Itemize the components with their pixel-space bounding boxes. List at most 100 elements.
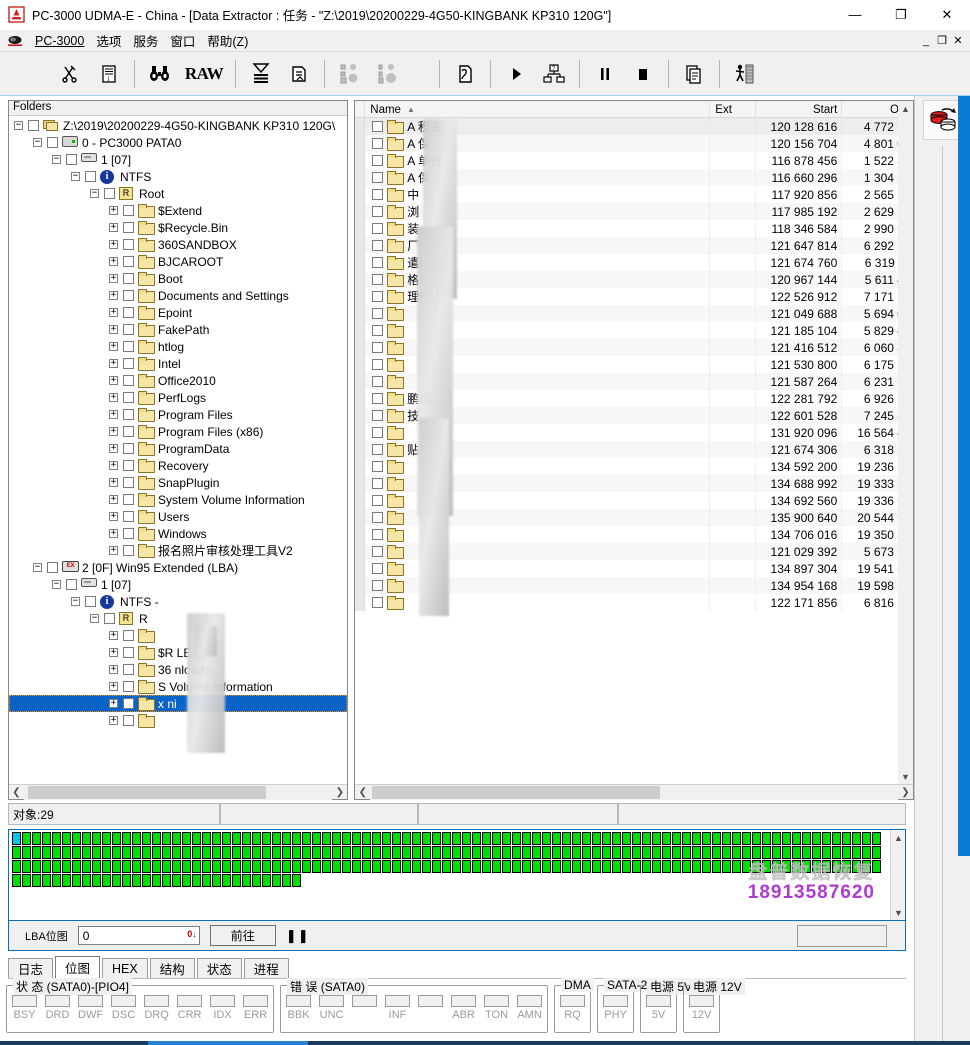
bitmap-cell[interactable]: [692, 846, 701, 859]
bitmap-cell[interactable]: [292, 846, 301, 859]
tree-expander-cell[interactable]: +: [104, 308, 123, 317]
bitmap-cell[interactable]: [32, 860, 41, 873]
expand-plus-icon[interactable]: +: [109, 291, 118, 300]
bitmap-cell[interactable]: [792, 846, 801, 859]
collapse-minus-icon[interactable]: −: [90, 614, 99, 623]
table-row[interactable]: A 保 116 660 2961 304 648: [355, 169, 898, 186]
bitmap-cell[interactable]: [112, 860, 121, 873]
bitmap-cell[interactable]: [332, 860, 341, 873]
tree-node-checkbox[interactable]: [104, 613, 115, 624]
bitmap-cell[interactable]: [572, 860, 581, 873]
bitmap-cell[interactable]: [142, 874, 151, 887]
collapse-minus-icon[interactable]: −: [33, 563, 42, 572]
hscroll-track[interactable]: [24, 784, 333, 800]
menu-options[interactable]: 选项: [90, 30, 127, 51]
bitmap-cell[interactable]: [442, 846, 451, 859]
bitmap-cell[interactable]: [862, 832, 871, 845]
bitmap-cell[interactable]: [742, 860, 751, 873]
stop-icon[interactable]: [624, 56, 662, 92]
bitmap-cell[interactable]: [522, 846, 531, 859]
bitmap-cell[interactable]: [432, 860, 441, 873]
bitmap-cell[interactable]: [372, 860, 381, 873]
bitmap-cell[interactable]: [832, 846, 841, 859]
bitmap-cell[interactable]: [592, 846, 601, 859]
bitmap-cell[interactable]: [232, 860, 241, 873]
bitmap-cell[interactable]: [252, 860, 261, 873]
bitmap-cell[interactable]: [602, 832, 611, 845]
tree-node-selected[interactable]: + x ni: [9, 695, 348, 712]
file-list-hscrollbar[interactable]: ❮ ❯: [355, 784, 913, 800]
tree-expander-cell[interactable]: −: [85, 189, 104, 198]
bitmap-cell[interactable]: [112, 832, 121, 845]
expand-plus-icon[interactable]: +: [109, 461, 118, 470]
bitmap-cell[interactable]: [772, 846, 781, 859]
cell-name[interactable]: 厂: [365, 237, 711, 254]
cell-name[interactable]: [365, 458, 711, 475]
bitmap-cell[interactable]: [22, 846, 31, 859]
collapse-minus-icon[interactable]: −: [71, 172, 80, 181]
bitmap-cell[interactable]: [562, 832, 571, 845]
tree-node-checkbox[interactable]: [123, 647, 134, 658]
tab-3[interactable]: 结构: [149, 958, 195, 978]
bitmap-cell[interactable]: [792, 832, 801, 845]
table-row[interactable]: 装 118 346 5842 990 936: [355, 220, 898, 237]
tree-node[interactable]: + Documents and Settings: [9, 287, 347, 304]
bitmap-cell[interactable]: [362, 860, 371, 873]
tree-expander-cell[interactable]: +: [104, 546, 123, 555]
bitmap-cell[interactable]: [202, 846, 211, 859]
column-header-offset[interactable]: Offse: [842, 101, 898, 117]
bitmap-cell[interactable]: [212, 832, 221, 845]
tree-node[interactable]: + Epoint: [9, 304, 347, 321]
bitmap-cell[interactable]: [672, 846, 681, 859]
tree-node[interactable]: +36 nloads: [9, 661, 347, 678]
bitmap-cell[interactable]: [772, 832, 781, 845]
vscroll-up-arrow[interactable]: ▲: [898, 101, 913, 116]
bitmap-cell[interactable]: [782, 860, 791, 873]
expand-plus-icon[interactable]: +: [109, 682, 118, 691]
row-checkbox[interactable]: [372, 121, 384, 132]
tree-expander-cell[interactable]: +: [104, 512, 123, 521]
bitmap-cell[interactable]: [752, 860, 761, 873]
cell-name[interactable]: [365, 322, 711, 339]
row-checkbox[interactable]: [372, 308, 384, 319]
bitmap-cell[interactable]: [482, 846, 491, 859]
tree-node[interactable]: − Z:\2019\20200229-4G50-KINGBANK KP310 12…: [9, 117, 347, 134]
bitmap-cell[interactable]: [72, 874, 81, 887]
bitmap-cell[interactable]: [172, 846, 181, 859]
bitmap-cell[interactable]: [712, 846, 721, 859]
bitmap-cell[interactable]: [142, 832, 151, 845]
bitmap-cell[interactable]: [442, 832, 451, 845]
bitmap-cell[interactable]: [702, 832, 711, 845]
table-row[interactable]: 中 117 920 8562 565 208: [355, 186, 898, 203]
bitmap-cell[interactable]: [222, 832, 231, 845]
bitmap-cell[interactable]: [802, 832, 811, 845]
bitmap-cell[interactable]: [322, 860, 331, 873]
row-checkbox[interactable]: [372, 427, 384, 438]
tree-node[interactable]: +: [9, 712, 347, 729]
tree-expander-cell[interactable]: +: [104, 274, 123, 283]
bitmap-cell[interactable]: [392, 832, 401, 845]
bitmap-cell[interactable]: [652, 860, 661, 873]
bitmap-cell[interactable]: [762, 832, 771, 845]
bitmap-cell[interactable]: [602, 846, 611, 859]
tree-node[interactable]: + $R LE.BIN: [9, 644, 347, 661]
bitmap-cell[interactable]: [452, 846, 461, 859]
bitmap-cell[interactable]: [132, 846, 141, 859]
tree-expander-cell[interactable]: +: [104, 665, 123, 674]
table-row[interactable]: A 保 120 156 7044 801 056: [355, 135, 898, 152]
tree-node[interactable]: +360SANDBOX: [9, 236, 347, 253]
bitmap-cell[interactable]: [182, 874, 191, 887]
tree-expander-cell[interactable]: −: [47, 580, 66, 589]
bitmap-cell[interactable]: [822, 832, 831, 845]
expand-plus-icon[interactable]: +: [109, 325, 118, 334]
bitmap-cell[interactable]: [542, 846, 551, 859]
bitmap-cell[interactable]: [172, 860, 181, 873]
bitmap-cell[interactable]: [732, 832, 741, 845]
tree-node-checkbox[interactable]: [123, 715, 134, 726]
red-drive-copy-icon[interactable]: [922, 100, 963, 140]
bitmap-cell[interactable]: [12, 832, 21, 845]
bitmap-cell[interactable]: [652, 846, 661, 859]
bitmap-cell[interactable]: [122, 846, 131, 859]
expand-plus-icon[interactable]: +: [109, 495, 118, 504]
bitmap-cell[interactable]: [512, 846, 521, 859]
